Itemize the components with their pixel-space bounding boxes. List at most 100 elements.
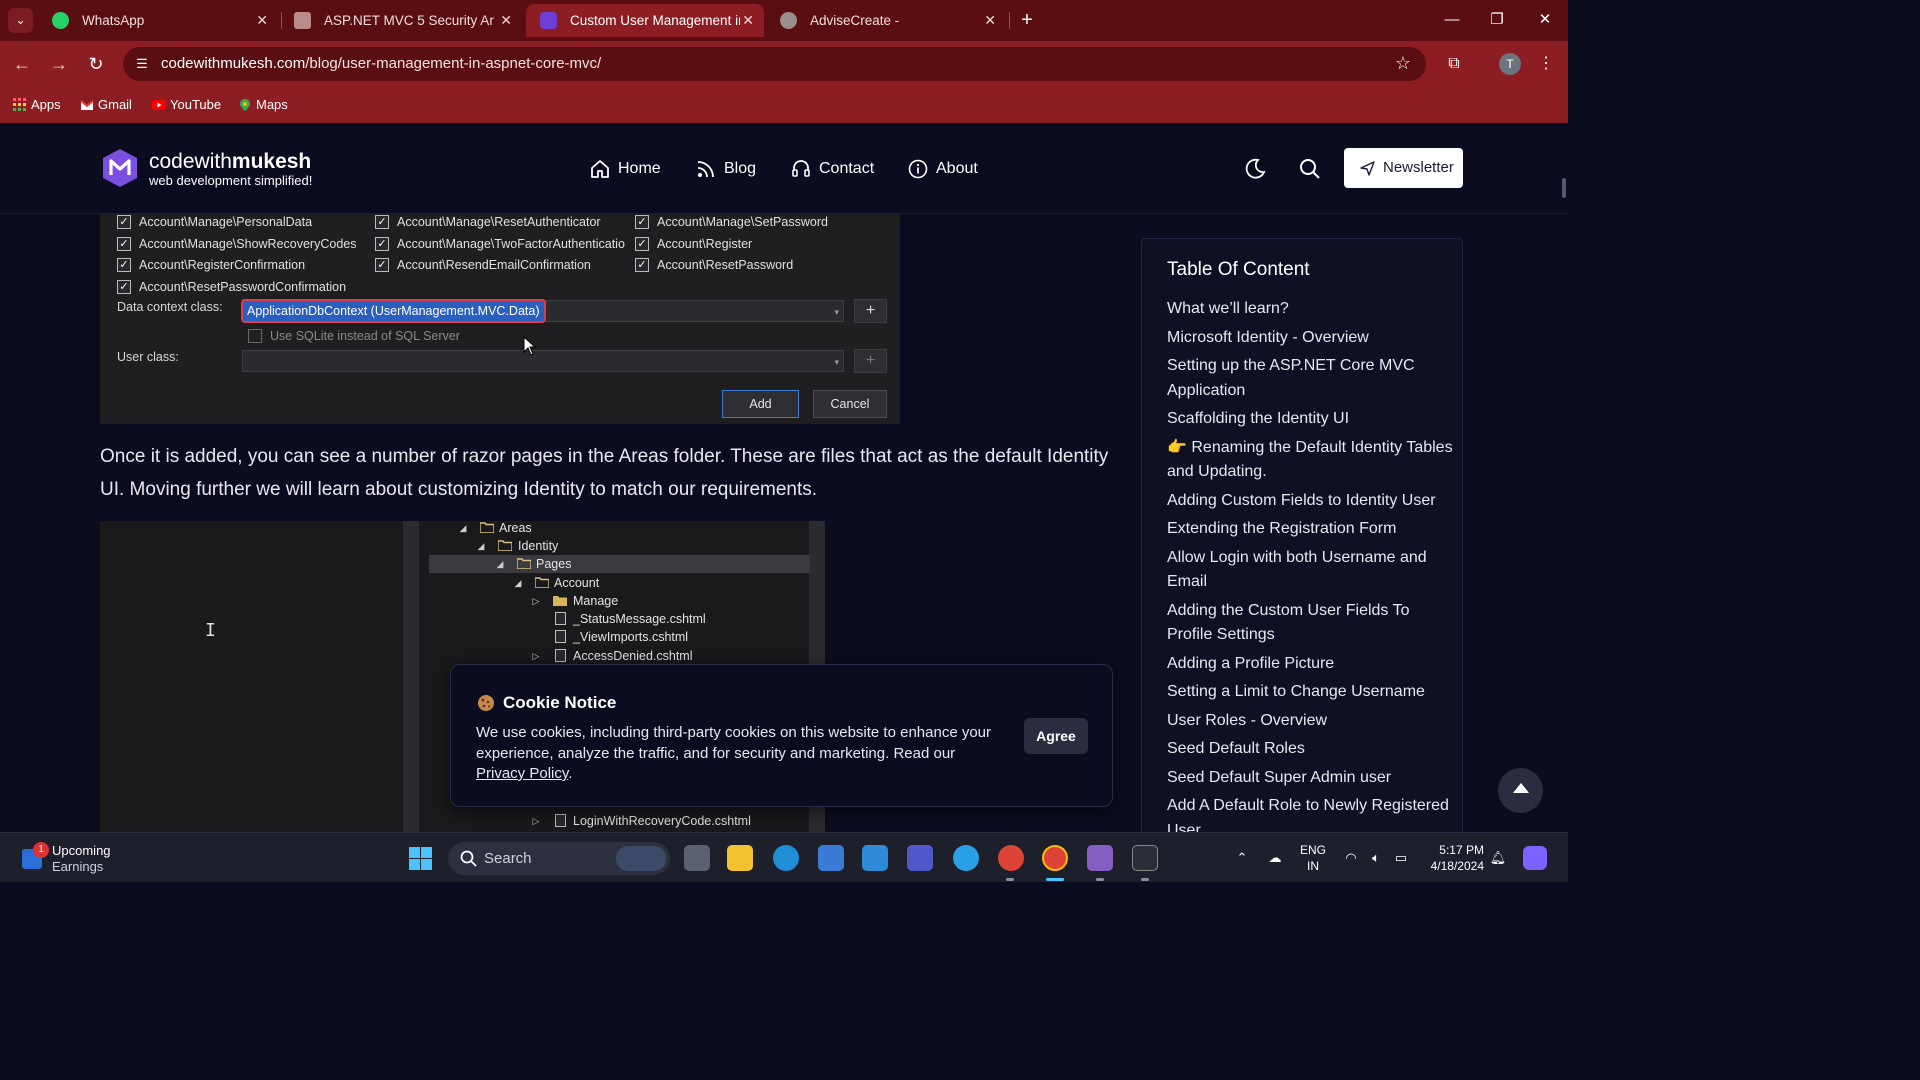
teams-icon[interactable] bbox=[907, 845, 933, 871]
toc-item[interactable]: Seed Default Roles bbox=[1167, 737, 1457, 762]
expanded-triangle-icon: ◢ bbox=[477, 541, 485, 551]
bookmark-apps[interactable]: Apps bbox=[13, 95, 61, 115]
toc-item[interactable]: Scaffolding the Identity UI bbox=[1167, 407, 1457, 432]
checkbox-item: ✓ Account\Manage\SetPassword bbox=[635, 214, 828, 230]
terminal-icon[interactable] bbox=[1132, 845, 1158, 871]
close-tab-icon[interactable]: ✕ bbox=[984, 4, 996, 37]
chevron-up-icon[interactable]: ⌃ bbox=[1233, 850, 1251, 866]
chrome-profile-icon[interactable] bbox=[1042, 845, 1068, 871]
site-logo-text[interactable]: codewithmukesh web development simplifie… bbox=[149, 151, 312, 189]
nav-about[interactable]: About bbox=[908, 156, 978, 182]
microsoft-store-icon[interactable] bbox=[818, 845, 844, 871]
menu-kebab-icon[interactable]: ⋮ bbox=[1534, 52, 1558, 76]
tab-advisecreate[interactable]: AdviseCreate - ✕ bbox=[766, 4, 1006, 37]
article-paragraph: Once it is added, you can see a number o… bbox=[100, 446, 1109, 500]
toc-item[interactable]: Setting a Limit to Change Username bbox=[1167, 680, 1457, 705]
volume-icon[interactable]: 🔈︎ bbox=[1367, 850, 1385, 866]
page-scrollbar-thumb[interactable] bbox=[1562, 178, 1566, 198]
notifications-bell-icon[interactable]: 🔔︎ bbox=[1489, 850, 1507, 866]
windows-start-icon[interactable] bbox=[409, 847, 432, 870]
toc-item[interactable]: Seed Default Super Admin user bbox=[1167, 766, 1457, 791]
profile-avatar[interactable]: T bbox=[1499, 53, 1521, 75]
nav-home[interactable]: Home bbox=[590, 156, 661, 182]
extensions-icon[interactable]: ⧉ bbox=[1442, 52, 1466, 76]
forward-button[interactable]: → bbox=[47, 52, 71, 76]
codewithmukesh-logo-icon[interactable] bbox=[101, 148, 139, 188]
bookmark-maps[interactable]: Maps bbox=[238, 95, 288, 115]
mysql-workbench-icon[interactable] bbox=[862, 845, 888, 871]
bookmark-gmail[interactable]: Gmail bbox=[80, 95, 132, 115]
notification-badge: 1 bbox=[33, 842, 49, 858]
folder-open-icon bbox=[498, 540, 512, 551]
close-window-button[interactable]: ✕ bbox=[1530, 8, 1560, 32]
edge-icon[interactable] bbox=[773, 845, 799, 871]
toc-item[interactable]: Adding Custom Fields to Identity User bbox=[1167, 489, 1457, 514]
app-running-indicator bbox=[1141, 878, 1149, 881]
wifi-icon[interactable]: ◠ bbox=[1342, 850, 1360, 866]
newsletter-label: Newsletter bbox=[1383, 159, 1454, 176]
reload-button[interactable]: ↻ bbox=[84, 52, 108, 76]
widgets-news[interactable]: 1 Upcoming Earnings bbox=[22, 842, 162, 876]
back-button[interactable]: ← bbox=[10, 52, 34, 76]
help-icon[interactable] bbox=[953, 845, 979, 871]
toc-item[interactable]: What we’ll learn? bbox=[1167, 297, 1457, 322]
toc-item[interactable]: Microsoft Identity - Overview bbox=[1167, 326, 1457, 351]
address-bar[interactable]: ☰ codewithmukesh.com/blog/user-managemen… bbox=[123, 47, 1426, 81]
mouse-pointer-icon bbox=[523, 336, 537, 356]
tab-aspnet-security[interactable]: ASP.NET MVC 5 Security And Cr ✕ bbox=[280, 4, 522, 37]
visual-studio-icon[interactable] bbox=[1087, 845, 1113, 871]
toc-item[interactable]: Allow Login with both Username and Email bbox=[1167, 546, 1457, 595]
folder-open-icon bbox=[535, 577, 549, 588]
info-icon bbox=[908, 159, 928, 179]
restore-button[interactable]: ❐ bbox=[1482, 8, 1512, 32]
tab-whatsapp[interactable]: WhatsApp ✕ bbox=[38, 4, 278, 37]
newsletter-button[interactable]: Newsletter bbox=[1344, 148, 1463, 188]
close-tab-icon[interactable]: ✕ bbox=[742, 4, 754, 37]
toc-item[interactable]: Setting up the ASP.NET Core MVC Applicat… bbox=[1167, 354, 1457, 403]
clock-date: 4/18/2024 bbox=[1430, 859, 1484, 873]
checkbox-label: Account\Manage\ShowRecoveryCodes bbox=[139, 237, 357, 251]
taskbar-search[interactable]: Search bbox=[448, 842, 670, 875]
language-indicator[interactable]: ENG IN bbox=[1300, 842, 1326, 874]
tab-search-button[interactable]: ⌄ bbox=[8, 8, 33, 33]
battery-icon[interactable]: ▭ bbox=[1392, 850, 1410, 866]
search-icon[interactable] bbox=[1298, 157, 1322, 181]
toc-item[interactable]: Extending the Registration Form bbox=[1167, 517, 1457, 542]
toc-item[interactable]: Adding the Custom User Fields To Profile… bbox=[1167, 599, 1457, 648]
bookmark-youtube[interactable]: YouTube bbox=[152, 95, 221, 115]
nav-blog[interactable]: Blog bbox=[696, 156, 756, 182]
chevron-down-icon: ▾ bbox=[834, 307, 839, 317]
tree-node-file: ▷ AccessDenied.cshtml bbox=[458, 647, 810, 665]
onedrive-icon[interactable]: ☁ bbox=[1266, 850, 1284, 866]
checkbox-label: Account\Manage\TwoFactorAuthenticatio bbox=[397, 237, 625, 251]
user-class-combo: ▾ bbox=[242, 350, 844, 372]
tab-custom-user-management[interactable]: Custom User Management in A ✕ bbox=[526, 4, 764, 37]
new-tab-button[interactable]: + bbox=[1016, 8, 1038, 32]
scroll-to-top-button[interactable] bbox=[1498, 768, 1543, 813]
system-clock[interactable]: 5:17 PM 4/18/2024 bbox=[1426, 842, 1484, 874]
tree-node-file: _ViewImports.cshtml bbox=[458, 628, 810, 646]
file-explorer-icon[interactable] bbox=[727, 845, 753, 871]
cookie-icon bbox=[478, 695, 494, 711]
site-tagline: web development simplified! bbox=[149, 173, 313, 188]
nav-contact[interactable]: Contact bbox=[791, 156, 874, 182]
task-view-icon[interactable] bbox=[684, 845, 710, 871]
close-tab-icon[interactable]: ✕ bbox=[500, 4, 512, 37]
privacy-policy-link[interactable]: Privacy Policy bbox=[476, 765, 568, 782]
site-info-icon[interactable]: ☰ bbox=[133, 55, 151, 73]
tree-label: Identity bbox=[518, 539, 559, 553]
close-tab-icon[interactable]: ✕ bbox=[256, 4, 268, 37]
bookmark-star-icon[interactable]: ☆ bbox=[1395, 53, 1411, 74]
toc-item[interactable]: User Roles - Overview bbox=[1167, 709, 1457, 734]
chrome-icon[interactable] bbox=[998, 845, 1024, 871]
dark-mode-moon-icon[interactable] bbox=[1243, 157, 1267, 181]
checkbox-item: ✓ Account\ResetPasswordConfirmation bbox=[117, 279, 346, 295]
toc-item[interactable]: 👉 Renaming the Default Identity Tables a… bbox=[1167, 436, 1457, 485]
nav-label: Blog bbox=[724, 160, 757, 177]
copilot-icon[interactable] bbox=[1523, 846, 1547, 870]
toc-item[interactable]: Adding a Profile Picture bbox=[1167, 652, 1457, 677]
tree-label: LoginWithRecoveryCode.cshtml bbox=[573, 814, 751, 828]
url-text[interactable]: codewithmukesh.com/blog/user-management-… bbox=[161, 47, 601, 81]
agree-button[interactable]: Agree bbox=[1024, 718, 1088, 754]
minimize-button[interactable]: — bbox=[1437, 8, 1467, 32]
